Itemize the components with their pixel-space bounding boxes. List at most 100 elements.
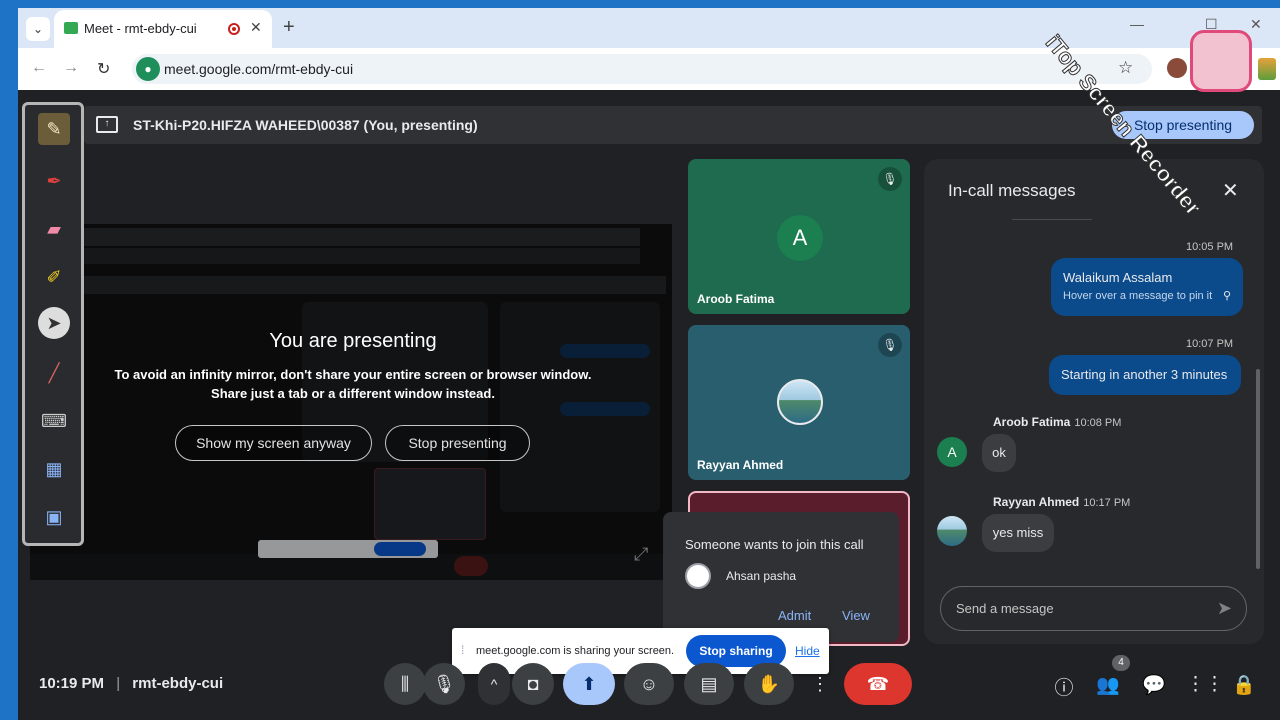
people-count-badge: 4	[1112, 655, 1130, 671]
back-icon[interactable]: ←	[31, 59, 47, 77]
participant-avatar: A	[777, 215, 823, 261]
extension-icon[interactable]	[1258, 58, 1276, 80]
annotation-toolbar: ✎ ✒ ▰ ✐ ➤ ╱ ⌨ ▦ ▣	[22, 102, 84, 546]
bookmark-star-icon[interactable]: ☆	[1118, 58, 1133, 78]
chat-title: In-call messages	[948, 181, 1076, 200]
screenshot-icon[interactable]: ▦	[38, 453, 70, 485]
sender-name: Rayyan Ahmed	[993, 495, 1080, 509]
meeting-info: 10:19 PM | rmt-ebdy-cui	[39, 675, 223, 692]
hide-link[interactable]: Hide	[795, 644, 820, 658]
message-bubble[interactable]: Starting in another 3 minutes	[1049, 355, 1241, 395]
sender-avatar	[937, 516, 967, 546]
send-message-placeholder: Send a message	[956, 601, 1054, 616]
join-request-title: Someone wants to join this call	[685, 537, 864, 552]
reload-icon[interactable]: ↻	[97, 59, 110, 79]
expand-icon[interactable]: ⤢	[634, 544, 648, 565]
meet-favicon-icon	[64, 22, 78, 34]
send-icon[interactable]: ➤	[1217, 598, 1232, 619]
forward-icon[interactable]: →	[63, 59, 79, 77]
pin-icon[interactable]: ⚲	[1223, 289, 1231, 302]
stop-presenting-button[interactable]: Stop presenting	[385, 425, 530, 461]
info-separator: |	[116, 675, 121, 692]
view-button[interactable]: View	[842, 608, 870, 623]
presenter-label: ST-Khi-P20.HIFZA WAHEED\00387 (You, pres…	[133, 117, 478, 133]
message-text: Walaikum Assalam	[1063, 270, 1173, 285]
tab-title: Meet - rmt-ebdy-cui	[84, 21, 197, 36]
chat-divider	[1012, 219, 1092, 220]
new-tab-button[interactable]: +	[283, 16, 295, 38]
audio-levels-icon[interactable]: ⫼	[384, 663, 426, 705]
desktop-icon[interactable]: ▣	[38, 501, 70, 533]
admit-button[interactable]: Admit	[778, 608, 811, 623]
eraser-icon[interactable]: ▰	[38, 213, 70, 245]
info-icon[interactable]: ⓘ	[1052, 673, 1076, 700]
requester-name: Ahsan pasha	[726, 569, 797, 583]
close-window-icon[interactable]: ✕	[1250, 16, 1262, 33]
chat-icon[interactable]: 💬	[1142, 673, 1166, 697]
drag-handle-icon[interactable]: ⁞	[461, 643, 464, 657]
captions-icon[interactable]: ▤	[684, 663, 734, 705]
host-controls-icon[interactable]: 🔒	[1232, 673, 1256, 697]
meeting-code: rmt-ebdy-cui	[132, 675, 224, 692]
meeting-time: 10:19 PM	[39, 675, 105, 692]
close-icon[interactable]: ✕	[1222, 178, 1239, 203]
requester-avatar	[685, 563, 711, 589]
participant-tile[interactable]: 🎙 A Aroob Fatima	[688, 159, 910, 314]
message-bubble[interactable]: yes miss	[982, 514, 1054, 552]
highlighter-icon[interactable]: ✐	[38, 261, 70, 293]
participant-name: Rayyan Ahmed	[697, 458, 784, 472]
sender-avatar: A	[937, 437, 967, 467]
screen: ⌄ Meet - rmt-ebdy-cui ✕ + — ☐ ✕ ← → ↻ ● …	[0, 0, 1280, 720]
camera-icon[interactable]: ◘	[512, 663, 554, 705]
tab-close-button[interactable]: ✕	[250, 19, 262, 36]
message-text: Starting in another 3 minutes	[1061, 367, 1228, 382]
sender-line: Aroob Fatima 10:08 PM	[993, 415, 1121, 429]
tab-search-button[interactable]: ⌄	[26, 17, 50, 41]
minimize-icon[interactable]: —	[1130, 16, 1144, 32]
more-options-icon[interactable]: ⋮	[804, 663, 836, 705]
presenting-title: You are presenting	[269, 330, 437, 352]
raise-hand-icon[interactable]: ✋	[744, 663, 794, 705]
participant-tile[interactable]: 🎙 Rayyan Ahmed	[688, 325, 910, 480]
message-bubble[interactable]: ok	[982, 434, 1016, 472]
activities-icon[interactable]: ⋮⋮	[1186, 673, 1224, 696]
chevron-up-icon[interactable]: ^	[478, 663, 510, 705]
address-url: meet.google.com/rmt-ebdy-cui	[164, 61, 354, 77]
emoji-icon[interactable]: ☺	[624, 663, 674, 705]
keyboard-icon[interactable]: ⌨	[38, 405, 70, 437]
infinity-mirror-warning: To avoid an infinity mirror, don't share…	[100, 365, 606, 403]
red-pen-icon[interactable]: ✒	[38, 165, 70, 197]
participant-name: Aroob Fatima	[697, 292, 775, 306]
pin-hint: Hover over a message to pin it	[1063, 290, 1213, 302]
cursor-icon[interactable]: ➤	[38, 307, 70, 339]
notepad-icon[interactable]: ✎	[38, 113, 70, 145]
sharing-status-text: meet.google.com is sharing your screen.	[476, 645, 675, 657]
sender-time: 10:17 PM	[1083, 497, 1131, 509]
recording-indicator-icon	[228, 23, 240, 35]
presenting-banner: ↑ ST-Khi-P20.HIFZA WAHEED\00387 (You, pr…	[84, 106, 1262, 144]
warning-line-2: Share just a tab or a different window i…	[211, 386, 495, 401]
browser-tab[interactable]: Meet - rmt-ebdy-cui ✕	[54, 10, 272, 48]
mic-icon[interactable]: 🎙	[423, 663, 465, 705]
profile-avatar[interactable]	[1167, 58, 1187, 78]
message-bubble[interactable]: Walaikum Assalam Hover over a message to…	[1051, 258, 1243, 316]
address-bar[interactable]: ● meet.google.com/rmt-ebdy-cui	[132, 54, 1152, 84]
sender-name: Aroob Fatima	[993, 415, 1071, 429]
end-call-button[interactable]: ☎	[844, 663, 912, 705]
brush-icon[interactable]: ╱	[38, 357, 70, 389]
send-message-input[interactable]: Send a message ➤	[940, 586, 1247, 631]
message-time: 10:05 PM	[1186, 241, 1234, 253]
mic-off-icon: 🎙	[878, 333, 902, 357]
mic-off-icon: 🎙	[878, 167, 902, 191]
sender-time: 10:08 PM	[1074, 417, 1122, 429]
warning-line-1: To avoid an infinity mirror, don't share…	[114, 367, 592, 382]
present-now-button[interactable]: ⬆	[563, 663, 615, 705]
people-icon[interactable]: 👥	[1096, 673, 1120, 697]
microphone-permission-icon[interactable]: ●	[136, 57, 160, 81]
message-time: 10:07 PM	[1186, 338, 1234, 350]
in-call-messages-panel: In-call messages ✕ 10:05 PM Walaikum Ass…	[924, 159, 1264, 644]
join-request-card: Someone wants to join this call Ahsan pa…	[663, 512, 899, 642]
chat-scrollbar[interactable]	[1256, 369, 1260, 569]
show-screen-anyway-button[interactable]: Show my screen anyway	[175, 425, 372, 461]
present-screen-icon: ↑	[96, 116, 118, 133]
